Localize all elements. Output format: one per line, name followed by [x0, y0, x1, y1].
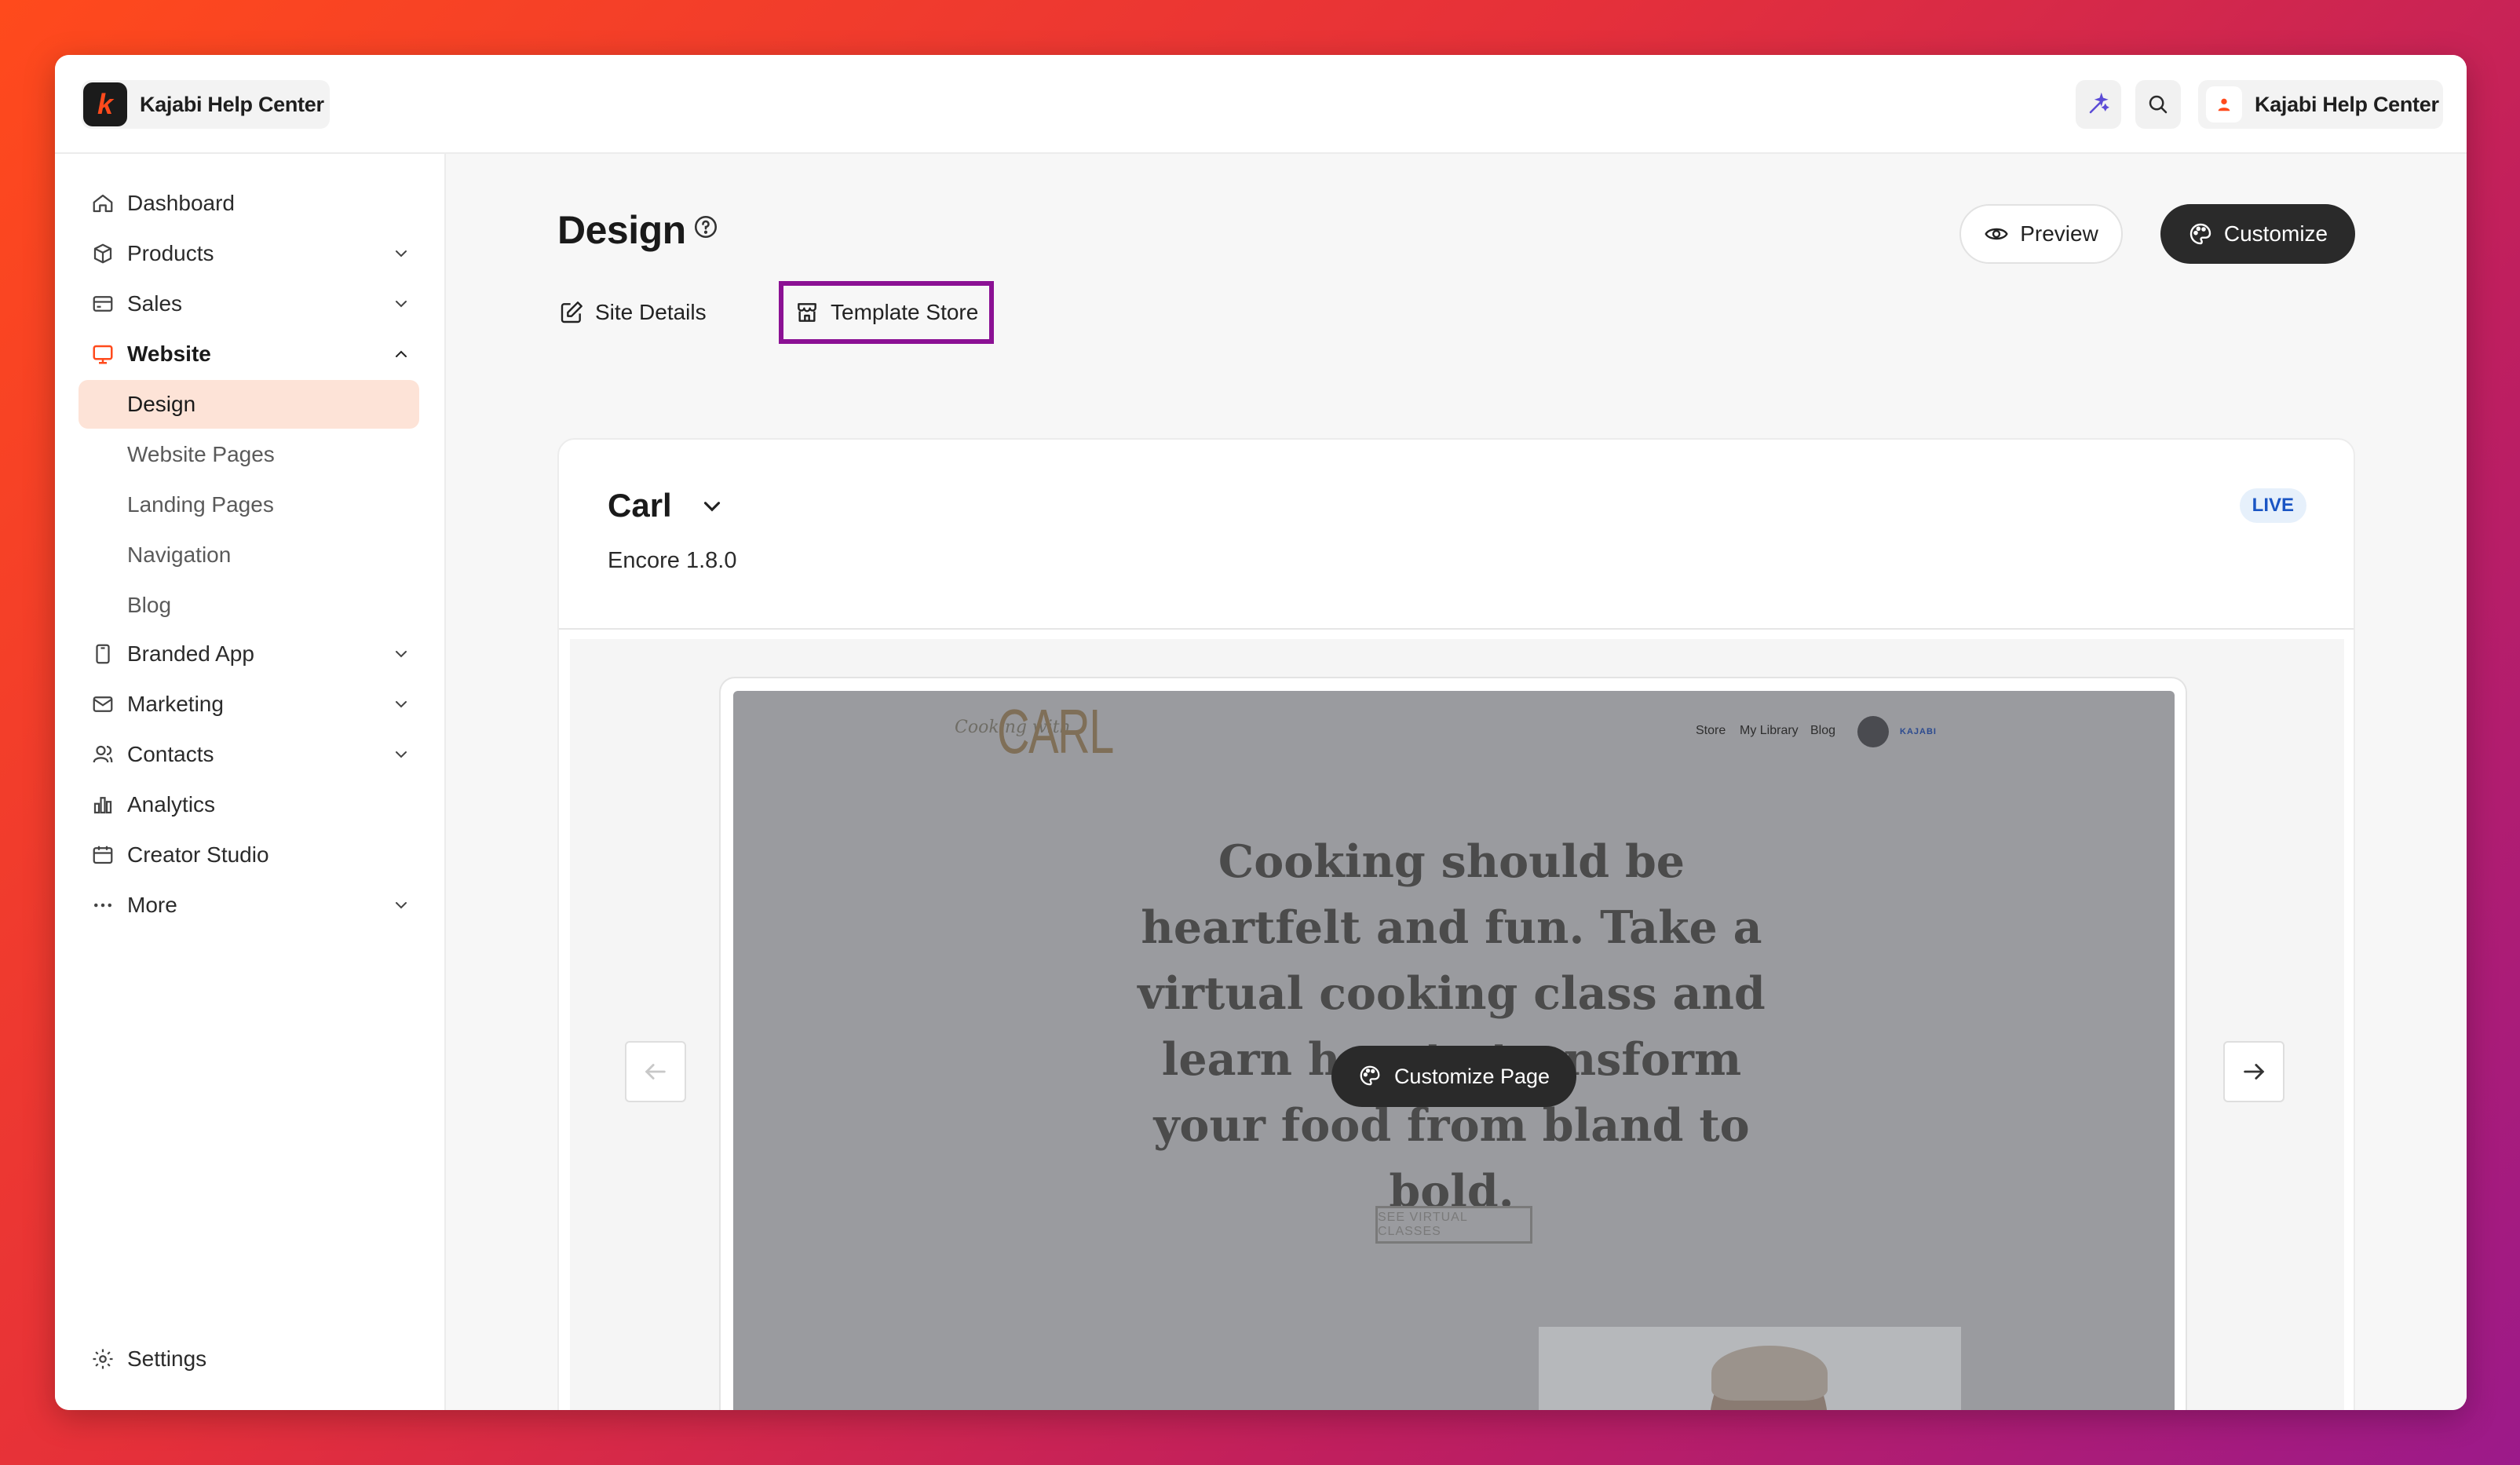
page-title: Design: [557, 208, 686, 252]
gear-icon: [89, 1346, 116, 1372]
customize-page-label: Customize Page: [1393, 1064, 1550, 1088]
sidebar-item-label: Sales: [127, 291, 183, 316]
monitor-icon: [89, 341, 116, 367]
top-bar: k Kajabi Help Center Kajabi Help Center: [55, 55, 2467, 154]
sidebar-item-label: Analytics: [127, 792, 216, 817]
more-dots-icon: [89, 892, 116, 919]
sidebar-item-dashboard[interactable]: Dashboard: [79, 179, 419, 228]
chevron-down-icon: [389, 242, 413, 265]
carousel-prev-button[interactable]: [625, 1041, 686, 1102]
tab-label: Template Store: [831, 300, 979, 324]
customize-page-button[interactable]: Customize Page: [1331, 1046, 1576, 1107]
tab-label: Site Details: [595, 300, 707, 324]
page-preview-frame: Cooking with CARL Store My Library Blog …: [719, 677, 2187, 1410]
sidebar-item-label: Settings: [127, 1346, 207, 1371]
sparkle-icon: [2087, 93, 2110, 116]
site-nav-library: My Library: [1740, 724, 1799, 737]
photo-person-hair: [1711, 1346, 1828, 1401]
sidebar-item-settings[interactable]: Settings: [79, 1335, 419, 1383]
home-icon: [89, 190, 116, 217]
preview-label: Preview: [2020, 221, 2098, 246]
sidebar-item-analytics[interactable]: Analytics: [79, 780, 419, 829]
sidebar-subitem-blog[interactable]: Blog: [79, 581, 419, 630]
brand-name: Kajabi Help Center: [140, 92, 324, 116]
carousel-next-button[interactable]: [2223, 1041, 2284, 1102]
main-content: Design Preview Customize Site Details Te…: [446, 154, 2467, 1410]
arrow-left-icon: [642, 1058, 669, 1085]
site-hero-photo: [1539, 1327, 1961, 1410]
search-button[interactable]: [2135, 80, 2181, 129]
status-badge: LIVE: [2239, 488, 2306, 523]
brand-switcher[interactable]: k Kajabi Help Center: [82, 80, 330, 129]
users-icon: [89, 741, 116, 768]
sidebar-item-creator-studio[interactable]: Creator Studio: [79, 831, 419, 879]
chevron-down-icon: [389, 893, 413, 917]
edit-icon: [559, 300, 584, 325]
chevron-down-icon: [389, 692, 413, 716]
theme-card-header: Carl Encore 1.8.0 LIVE: [559, 440, 2354, 630]
sidebar-subitem-navigation[interactable]: Navigation: [79, 531, 419, 579]
chevron-down-icon: [389, 292, 413, 316]
box-icon: [89, 240, 116, 267]
site-cta-button: SEE VIRTUAL CLASSES: [1375, 1206, 1532, 1244]
credit-card-icon: [89, 290, 116, 317]
app-window: k Kajabi Help Center Kajabi Help Center …: [55, 55, 2467, 1410]
sidebar-item-label: Products: [127, 241, 214, 265]
chevron-down-icon: [389, 743, 413, 766]
ai-assistant-button[interactable]: [2076, 80, 2121, 129]
sidebar-item-label: Contacts: [127, 742, 214, 766]
avatar: [2206, 86, 2242, 122]
sidebar-subitem-design[interactable]: Design: [79, 380, 419, 429]
sidebar-subitem-website-pages[interactable]: Website Pages: [79, 430, 419, 479]
sidebar-item-label: Branded App: [127, 641, 254, 666]
sidebar-item-marketing[interactable]: Marketing: [79, 680, 419, 729]
theme-preview-carousel: Cooking with CARL Store My Library Blog …: [570, 639, 2344, 1410]
account-name: Kajabi Help Center: [2255, 92, 2439, 116]
theme-name[interactable]: Carl: [608, 487, 672, 524]
account-menu[interactable]: Kajabi Help Center: [2198, 80, 2443, 129]
phone-icon: [89, 641, 116, 667]
customize-button[interactable]: Customize: [2160, 204, 2355, 264]
help-circle-icon[interactable]: [692, 214, 719, 240]
sidebar-item-label: Website: [127, 342, 211, 366]
sidebar-subitem-landing-pages[interactable]: Landing Pages: [79, 480, 419, 529]
theme-card: Carl Encore 1.8.0 LIVE Cooking with CARL…: [557, 438, 2355, 1410]
tab-template-store[interactable]: Template Store: [779, 281, 994, 344]
sidebar-item-contacts[interactable]: Contacts: [79, 730, 419, 779]
sidebar-item-products[interactable]: Products: [79, 229, 419, 278]
arrow-right-icon: [2241, 1058, 2267, 1085]
tab-site-details[interactable]: Site Details: [559, 287, 707, 338]
chevron-down-icon: [389, 642, 413, 666]
sidebar-item-label: Dashboard: [127, 191, 235, 215]
sidebar-item-sales[interactable]: Sales: [79, 279, 419, 328]
sidebar-item-website[interactable]: Website: [79, 330, 419, 378]
chevron-down-icon[interactable]: [699, 493, 725, 520]
site-logo: CARL: [997, 696, 1114, 766]
mail-icon: [89, 691, 116, 718]
kajabi-logo-icon: k: [83, 82, 127, 126]
store-icon: [794, 300, 820, 325]
site-nav-store: Store: [1696, 724, 1726, 737]
customize-label: Customize: [2223, 221, 2328, 246]
sidebar: Dashboard Products Sales Website Design …: [55, 154, 446, 1410]
sidebar-item-label: Marketing: [127, 692, 224, 716]
search-icon: [2146, 93, 2170, 116]
site-hero-text: Cooking should be heartfelt and fun. Tak…: [1138, 835, 1766, 1218]
palette-icon: [1358, 1064, 1383, 1089]
sidebar-item-branded-app[interactable]: Branded App: [79, 630, 419, 678]
site-kajabi-badge: KAJABI: [1900, 727, 1937, 736]
bar-chart-icon: [89, 791, 116, 818]
palette-icon: [2188, 221, 2213, 247]
calendar-icon: [89, 842, 116, 868]
site-nav-blog: Blog: [1810, 724, 1836, 737]
sidebar-item-more[interactable]: More: [79, 881, 419, 930]
site-avatar: [1857, 716, 1889, 747]
sidebar-item-label: Creator Studio: [127, 842, 269, 867]
theme-version: Encore 1.8.0: [608, 548, 737, 573]
preview-button[interactable]: Preview: [1959, 204, 2123, 264]
page-preview-screenshot[interactable]: Cooking with CARL Store My Library Blog …: [733, 691, 2175, 1410]
sidebar-item-label: More: [127, 893, 177, 917]
chevron-up-icon: [389, 342, 413, 366]
eye-icon: [1984, 221, 2009, 247]
